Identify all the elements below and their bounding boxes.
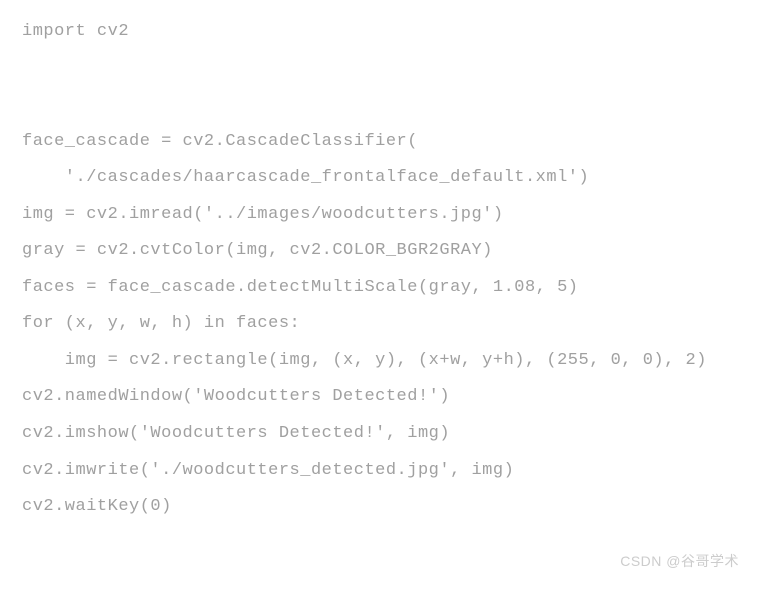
code-line: './cascades/haarcascade_frontalface_defa… <box>22 160 737 197</box>
code-line: img = cv2.imread('../images/woodcutters.… <box>22 197 737 234</box>
code-line: for (x, y, w, h) in faces: <box>22 306 737 343</box>
code-line: gray = cv2.cvtColor(img, cv2.COLOR_BGR2G… <box>22 233 737 270</box>
code-line: cv2.namedWindow('Woodcutters Detected!') <box>22 379 737 416</box>
code-block: import cv2 face_cascade = cv2.CascadeCla… <box>0 0 759 540</box>
code-line: cv2.imshow('Woodcutters Detected!', img) <box>22 416 737 453</box>
blank-line <box>22 51 737 88</box>
watermark-text: CSDN @谷哥学术 <box>620 551 739 571</box>
code-line: face_cascade = cv2.CascadeClassifier( <box>22 124 737 161</box>
code-line: cv2.waitKey(0) <box>22 489 737 526</box>
blank-line <box>22 87 737 124</box>
code-line: img = cv2.rectangle(img, (x, y), (x+w, y… <box>22 343 737 380</box>
code-line: cv2.imwrite('./woodcutters_detected.jpg'… <box>22 453 737 490</box>
code-line: import cv2 <box>22 14 737 51</box>
code-line: faces = face_cascade.detectMultiScale(gr… <box>22 270 737 307</box>
